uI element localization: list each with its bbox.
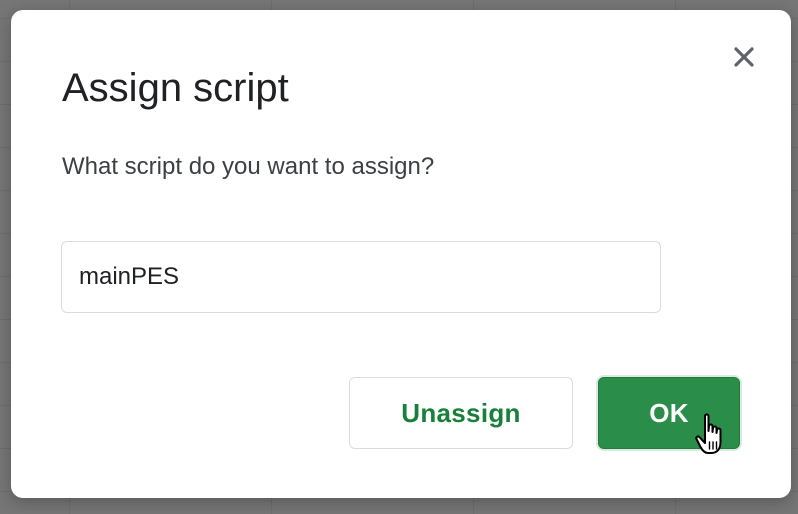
- dialog-title: Assign script: [62, 66, 289, 110]
- script-name-input[interactable]: [61, 241, 661, 313]
- close-button[interactable]: [729, 42, 759, 72]
- ok-button[interactable]: OK: [598, 377, 740, 449]
- close-icon: [734, 47, 754, 67]
- dialog-prompt: What script do you want to assign?: [62, 153, 435, 180]
- assign-script-dialog: Assign script What script do you want to…: [11, 10, 791, 498]
- unassign-button[interactable]: Unassign: [349, 377, 573, 449]
